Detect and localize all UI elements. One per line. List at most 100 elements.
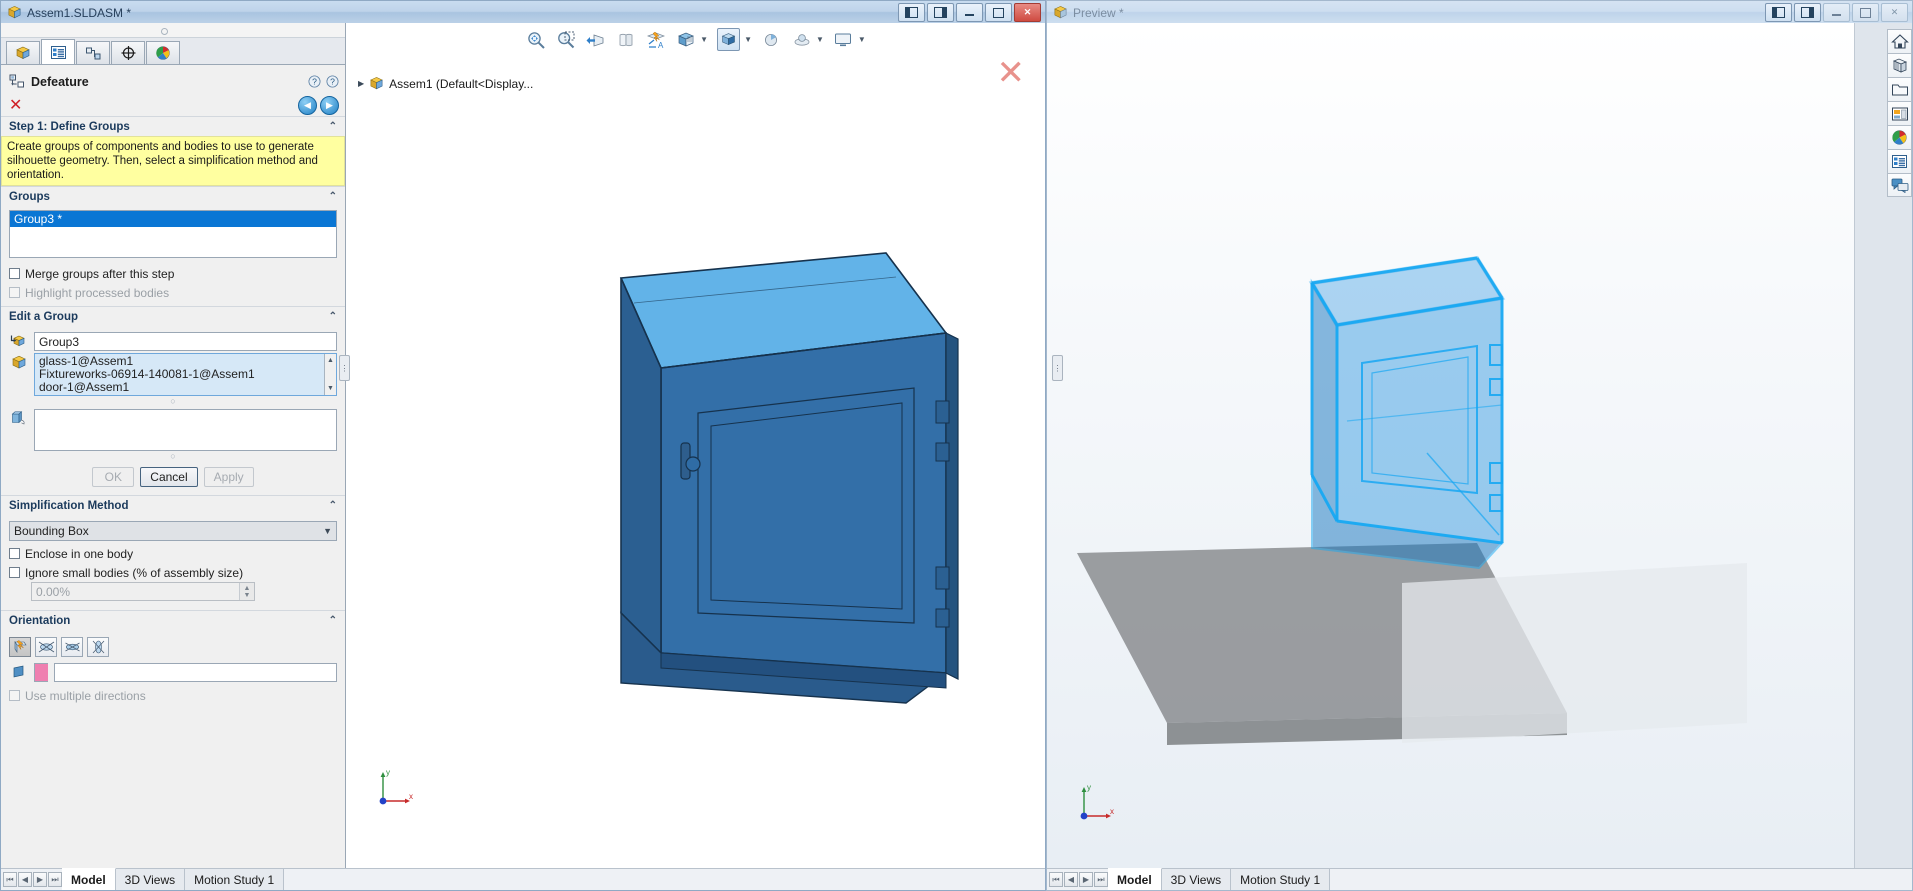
zoom-to-fit-icon[interactable] <box>525 29 546 50</box>
display-style-icon[interactable] <box>675 29 696 50</box>
panel-split-handle[interactable]: ⋮ <box>339 355 350 381</box>
tab-prev-button[interactable]: ◀ <box>18 872 32 887</box>
ignore-small-bodies-checkbox[interactable] <box>9 567 20 578</box>
tab-dimxpert-manager[interactable] <box>111 41 145 64</box>
group-name-input[interactable]: Group3 <box>34 332 337 351</box>
large-x-icon[interactable]: ✕ <box>997 56 1026 90</box>
custom-properties-icon[interactable] <box>1887 149 1912 173</box>
tab-last-button[interactable]: ⏭ <box>1094 872 1108 887</box>
components-list-scrollbar[interactable]: ▲ ▼ <box>324 354 336 395</box>
scroll-up-icon[interactable]: ▲ <box>327 354 334 367</box>
tab-3d-views[interactable]: 3D Views <box>1161 869 1232 890</box>
assembly-3d-model[interactable] <box>466 143 1045 743</box>
dock-right-button[interactable] <box>927 3 954 22</box>
tab-display-manager[interactable] <box>146 41 180 64</box>
scroll-down-icon[interactable]: ▼ <box>327 382 334 395</box>
dock-right-button[interactable] <box>1794 3 1821 22</box>
restore-button[interactable] <box>985 3 1012 22</box>
preview-window-titlebar[interactable]: Preview * ✕ <box>1046 0 1913 24</box>
tab-motion-study-1[interactable]: Motion Study 1 <box>1231 869 1331 890</box>
tab-next-button[interactable]: ▶ <box>1079 872 1093 887</box>
tab-first-button[interactable]: ⏮ <box>3 872 17 887</box>
hide-show-items-icon[interactable] <box>717 28 741 51</box>
nav-forward-button[interactable]: ▶ <box>320 95 339 115</box>
preview-viewport[interactable]: y x <box>1047 23 1854 868</box>
list-item[interactable]: door-1@Assem1 <box>39 381 332 394</box>
minimize-button[interactable] <box>1823 3 1850 22</box>
section-view-icon[interactable] <box>615 29 636 50</box>
previous-view-icon[interactable] <box>585 29 606 50</box>
help-buttons: ? ? <box>308 75 339 88</box>
orientation-z-button[interactable] <box>87 637 109 657</box>
appearances-scenes-icon[interactable] <box>1887 125 1912 149</box>
dock-left-button[interactable] <box>1765 3 1792 22</box>
chevron-down-icon[interactable]: ▼ <box>700 35 708 44</box>
tab-feature-manager-design-tree[interactable] <box>6 41 40 64</box>
edit-group-header-label: Edit a Group <box>9 310 78 323</box>
zoom-to-area-icon[interactable] <box>555 29 576 50</box>
preview-3d-scene[interactable] <box>1047 23 1847 783</box>
step-header[interactable]: Step 1: Define Groups ⌃ <box>1 116 345 136</box>
chevron-down-icon[interactable]: ▼ <box>858 35 866 44</box>
tab-last-button[interactable]: ⏭ <box>48 872 62 887</box>
preview-split-handle[interactable]: ⋮ <box>1052 355 1063 381</box>
direction-color-swatch <box>34 663 48 682</box>
tab-property-manager[interactable] <box>41 39 75 64</box>
view-palette-icon[interactable] <box>1887 101 1912 125</box>
minimize-button[interactable] <box>956 3 983 22</box>
view-orientation-icon[interactable]: A <box>645 29 666 50</box>
panel-splitter[interactable] <box>1 23 345 38</box>
tab-model[interactable]: Model <box>1108 868 1162 890</box>
tab-motion-study-1[interactable]: Motion Study 1 <box>185 869 285 890</box>
restore-button[interactable] <box>1852 3 1879 22</box>
apply-scene-icon[interactable] <box>791 29 812 50</box>
enclose-one-body-checkbox[interactable] <box>9 548 20 559</box>
orientation-y-button[interactable] <box>61 637 83 657</box>
tab-3d-views[interactable]: 3D Views <box>115 869 186 890</box>
design-library-icon[interactable] <box>1887 53 1912 77</box>
tab-configuration-manager[interactable] <box>76 41 110 64</box>
groups-section-header[interactable]: Groups ⌃ <box>1 186 345 206</box>
ignore-small-bodies-row[interactable]: Ignore small bodies (% of assembly size) <box>9 563 337 582</box>
view-settings-icon[interactable] <box>833 29 854 50</box>
edit-appearance-icon[interactable] <box>761 29 782 50</box>
simplification-method-select[interactable]: Bounding Box ▼ <box>9 521 337 541</box>
page-title: Defeature <box>31 74 89 89</box>
enclose-one-body-row[interactable]: Enclose in one body <box>9 544 337 563</box>
merge-groups-checkbox[interactable] <box>9 268 20 279</box>
merge-groups-checkbox-row[interactable]: Merge groups after this step <box>9 264 337 283</box>
main-window-titlebar[interactable]: Assem1.SLDASM * ✕ <box>0 0 1046 24</box>
direction-input[interactable] <box>54 663 337 682</box>
tab-next-button[interactable]: ▶ <box>33 872 47 887</box>
file-explorer-icon[interactable] <box>1887 77 1912 101</box>
solidworks-forum-icon[interactable] <box>1887 173 1912 197</box>
close-button[interactable]: ✕ <box>1881 3 1908 22</box>
solidworks-resources-home-icon[interactable] <box>1887 29 1912 53</box>
orientation-auto-button[interactable] <box>9 637 31 657</box>
cancel-red-x-icon[interactable]: ✕ <box>9 97 22 113</box>
edit-group-section-header[interactable]: Edit a Group ⌃ <box>1 306 345 326</box>
list-item[interactable]: Group3 * <box>10 211 336 227</box>
orientation-section-header[interactable]: Orientation ⌃ <box>1 610 345 630</box>
resize-grip-icon[interactable]: ○ <box>9 452 337 462</box>
simplification-section-header[interactable]: Simplification Method ⌃ <box>1 495 345 515</box>
flyout-feature-tree-root[interactable]: ▶ Assem1 (Default<Display... <box>358 76 533 91</box>
dock-left-button[interactable] <box>898 3 925 22</box>
help-question-icon[interactable]: ? <box>308 75 321 88</box>
chevron-down-icon[interactable]: ▼ <box>744 35 752 44</box>
group-components-list[interactable]: glass-1@Assem1 Fixtureworks-06914-140081… <box>34 353 337 396</box>
group-bodies-list[interactable] <box>34 409 337 451</box>
orientation-x-button[interactable] <box>35 637 57 657</box>
help-circle-icon[interactable]: ? <box>326 75 339 88</box>
chevron-down-icon[interactable]: ▼ <box>816 35 824 44</box>
tab-model[interactable]: Model <box>62 868 116 890</box>
expand-triangle-icon[interactable]: ▶ <box>358 79 364 88</box>
resize-grip-icon[interactable]: ○ <box>9 397 337 407</box>
graphics-viewport[interactable]: A ▼ ▼ ▼ ▼ ▶ Assem1 (Default<Display... ✕… <box>346 23 1045 868</box>
cancel-button[interactable]: Cancel <box>140 467 198 487</box>
groups-listbox[interactable]: Group3 * <box>9 210 337 258</box>
close-button[interactable]: ✕ <box>1014 3 1041 22</box>
tab-prev-button[interactable]: ◀ <box>1064 872 1078 887</box>
nav-back-button[interactable]: ◀ <box>298 95 317 115</box>
tab-first-button[interactable]: ⏮ <box>1049 872 1063 887</box>
